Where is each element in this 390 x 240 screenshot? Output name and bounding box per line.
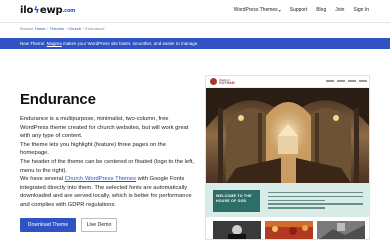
bolt-icon: ϟ <box>33 5 40 16</box>
preview-welcome-line: HOUSE OF GOD <box>216 199 247 203</box>
announcement-bar: New Theme: Magma makes your WordPress si… <box>0 38 390 49</box>
notice-link[interactable]: Magma <box>47 41 62 46</box>
preview-text-lines <box>268 192 363 211</box>
chevron-down-icon: ▾ <box>278 7 281 13</box>
preview-site-name-main: GOTHAM <box>219 81 235 85</box>
preview-site-name: Church of GOTHAM <box>219 79 235 85</box>
description-paragraph: The theme lets you highlight (feature) t… <box>20 141 166 157</box>
page-title: Endurance <box>20 91 96 108</box>
church-interior-photo <box>206 88 369 183</box>
nav-menu: WordPress Themes ▾ Support Blog Join Sign… <box>234 7 369 13</box>
live-demo-button[interactable]: Live Demo <box>81 218 117 232</box>
description-paragraph: We have several Church WordPress Themes … <box>20 175 195 209</box>
church-themes-link[interactable]: Church WordPress Themes <box>65 176 136 182</box>
theme-preview-image[interactable]: Church of GOTHAM WELCOME TO THE HOUSE OF… <box>205 75 370 240</box>
nav-divider <box>0 22 390 23</box>
breadcrumb-separator: / <box>82 26 84 31</box>
preview-card-image <box>213 221 261 239</box>
download-theme-button[interactable]: Download Theme <box>20 218 76 232</box>
notice-text: makes your WordPress site faster, smooth… <box>62 41 199 46</box>
preview-feature-cards <box>206 217 369 239</box>
preview-logo-icon <box>210 78 217 85</box>
breadcrumb-separator: / <box>47 26 49 31</box>
theme-description: Endurance is a multipurpose, minimalist,… <box>20 115 195 210</box>
preview-welcome-section: WELCOME TO THE HOUSE OF GOD <box>206 183 369 217</box>
breadcrumb-current: Endurance <box>85 26 105 31</box>
logo-text-left: ilo <box>20 5 34 16</box>
nav-item-support[interactable]: Support <box>290 7 308 13</box>
nav-item-blog[interactable]: Blog <box>316 7 326 13</box>
nav-item-label: WordPress Themes <box>233 7 278 13</box>
breadcrumb-label: Browse <box>20 26 34 31</box>
preview-card-image <box>265 221 313 239</box>
nav-item-join[interactable]: Join <box>335 7 344 13</box>
preview-menu <box>326 80 367 82</box>
logo-domain: .com <box>62 7 76 14</box>
preview-welcome-box: WELCOME TO THE HOUSE OF GOD <box>213 190 260 212</box>
breadcrumb: Browse Home / Themes / Church / Endurance <box>20 26 105 31</box>
description-text: We have several <box>20 176 64 183</box>
notice-prefix: New Theme: <box>20 41 46 46</box>
top-navigation: ilo ϟ ewp .com WordPress Themes ▾ Support Bl… <box>0 0 390 22</box>
nav-item-sign-in[interactable]: Sign In <box>353 7 369 13</box>
preview-card-image <box>317 221 365 239</box>
site-logo[interactable]: ilo ϟ ewp .com <box>20 5 75 16</box>
description-paragraph: The header of the theme can be centered … <box>20 158 195 174</box>
breadcrumb-separator: / <box>65 26 67 31</box>
preview-header: Church of GOTHAM <box>206 76 369 88</box>
nav-item-wordpress-themes[interactable]: WordPress Themes ▾ <box>234 7 281 13</box>
breadcrumb-themes[interactable]: Themes <box>50 26 64 31</box>
breadcrumb-church[interactable]: Church <box>68 26 81 31</box>
breadcrumb-home[interactable]: Home <box>35 26 46 31</box>
description-paragraph: Endurance is a multipurpose, minimalist,… <box>20 116 189 140</box>
logo-text-right: ewp <box>39 5 63 16</box>
